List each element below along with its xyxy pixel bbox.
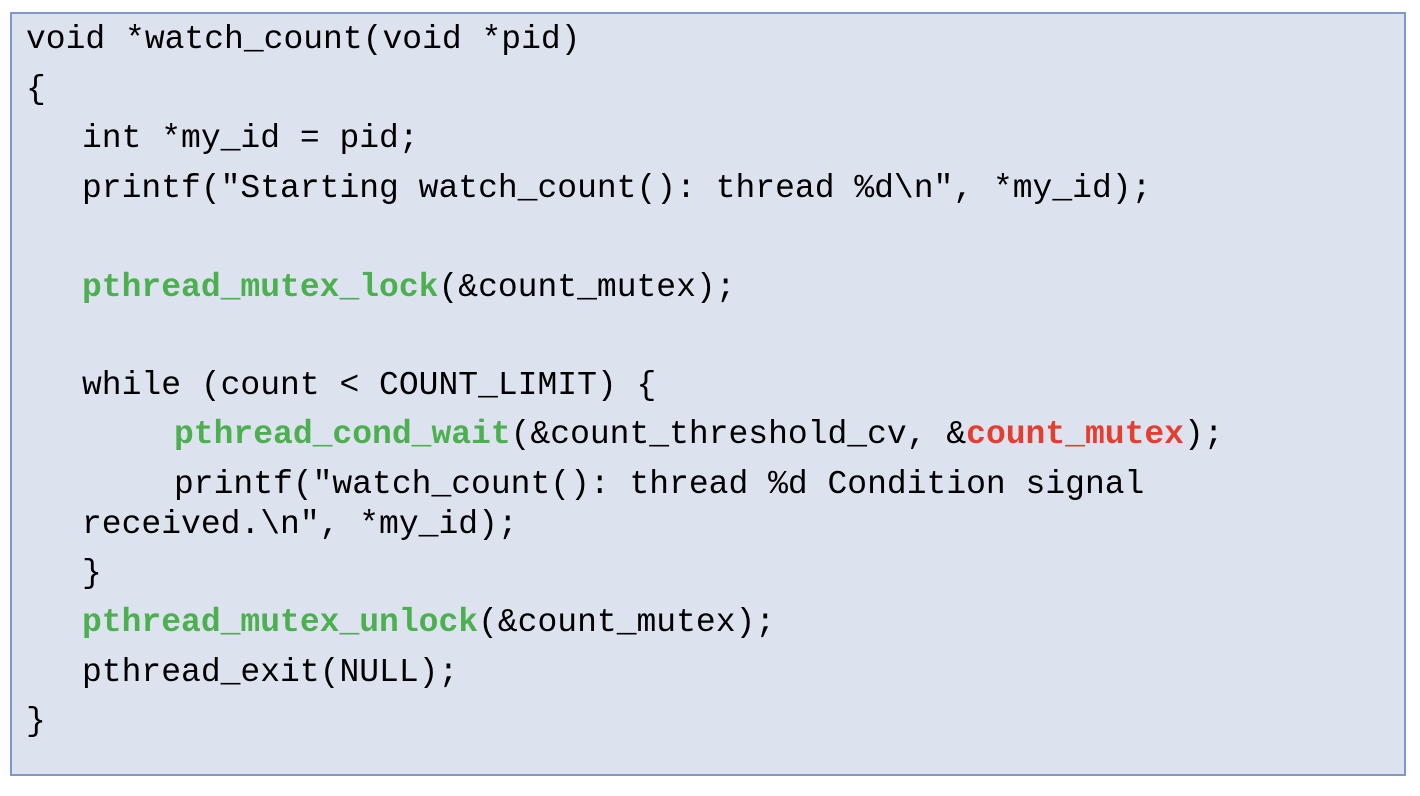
code-block: void *watch_count(void *pid) { int *my_i… [10, 12, 1406, 776]
code-line-close-while: } [82, 555, 102, 592]
code-line-open-brace: { [26, 71, 46, 108]
code-line-printf-signal: printf("watch_count(): thread %d Conditi… [174, 466, 1145, 503]
code-line-cond-wait: pthread_cond_wait(&count_threshold_cv, &… [174, 415, 1224, 455]
code-fragment: ); [1183, 416, 1224, 453]
function-name: pthread_cond_wait [174, 416, 511, 453]
code-line-signature: void *watch_count(void *pid) [26, 21, 581, 58]
code-line-exit: pthread_exit(NULL); [82, 654, 459, 691]
code-line-my-id: int *my_id = pid; [82, 120, 419, 157]
code-line-close-brace: } [26, 703, 46, 740]
code-line-printf-continuation: received.\n", *my_id); [82, 506, 518, 543]
function-name: pthread_mutex_unlock [82, 604, 479, 641]
code-line-while: while (count < COUNT_LIMIT) { [82, 367, 657, 404]
code-line-printf-start: printf("Starting watch_count(): thread %… [82, 170, 1152, 207]
function-name: pthread_mutex_lock [82, 269, 439, 306]
highlighted-argument: count_mutex [966, 416, 1184, 453]
code-fragment: (&count_threshold_cv, & [510, 416, 967, 453]
code-line-mutex-lock: pthread_mutex_lock(&count_mutex); [82, 268, 736, 308]
code-line-mutex-unlock: pthread_mutex_unlock(&count_mutex); [82, 603, 775, 643]
code-fragment: (&count_mutex); [438, 269, 736, 306]
code-fragment: (&count_mutex); [478, 604, 776, 641]
